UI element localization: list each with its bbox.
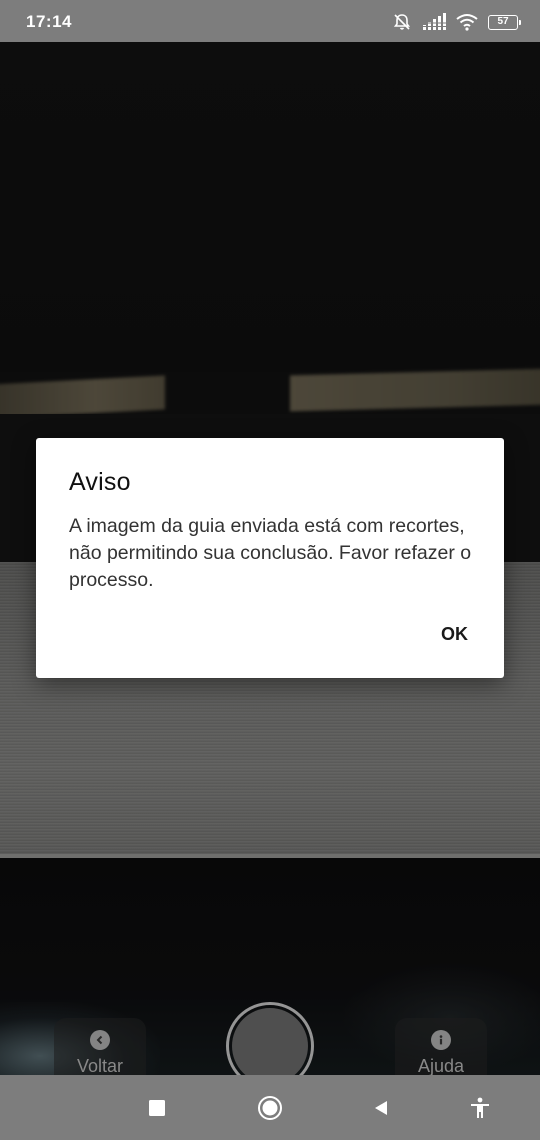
status-time: 17:14: [26, 12, 72, 31]
ok-button[interactable]: OK: [441, 624, 468, 645]
dialog-title: Aviso: [69, 468, 131, 496]
status-bar: 17:14 57: [0, 0, 540, 42]
alert-dialog: Aviso A imagem da guia enviada está com …: [36, 438, 504, 678]
wifi-icon: [456, 13, 478, 31]
navigation-bar: [0, 1075, 540, 1140]
screen: 17:14 57 Voltar Ajuda Aviso A imagem da …: [0, 0, 540, 1140]
signal-icon: [422, 13, 446, 31]
dialog-message: A imagem da guia enviada está com recort…: [69, 515, 472, 591]
back-icon[interactable]: [366, 1093, 396, 1123]
status-icons: 57: [392, 10, 521, 34]
home-icon[interactable]: [255, 1093, 285, 1123]
accessibility-icon[interactable]: [465, 1093, 495, 1123]
recents-icon[interactable]: [142, 1093, 172, 1123]
alarm-off-icon: [392, 12, 412, 32]
battery-icon: 57: [488, 14, 521, 30]
battery-level: 57: [497, 16, 509, 27]
